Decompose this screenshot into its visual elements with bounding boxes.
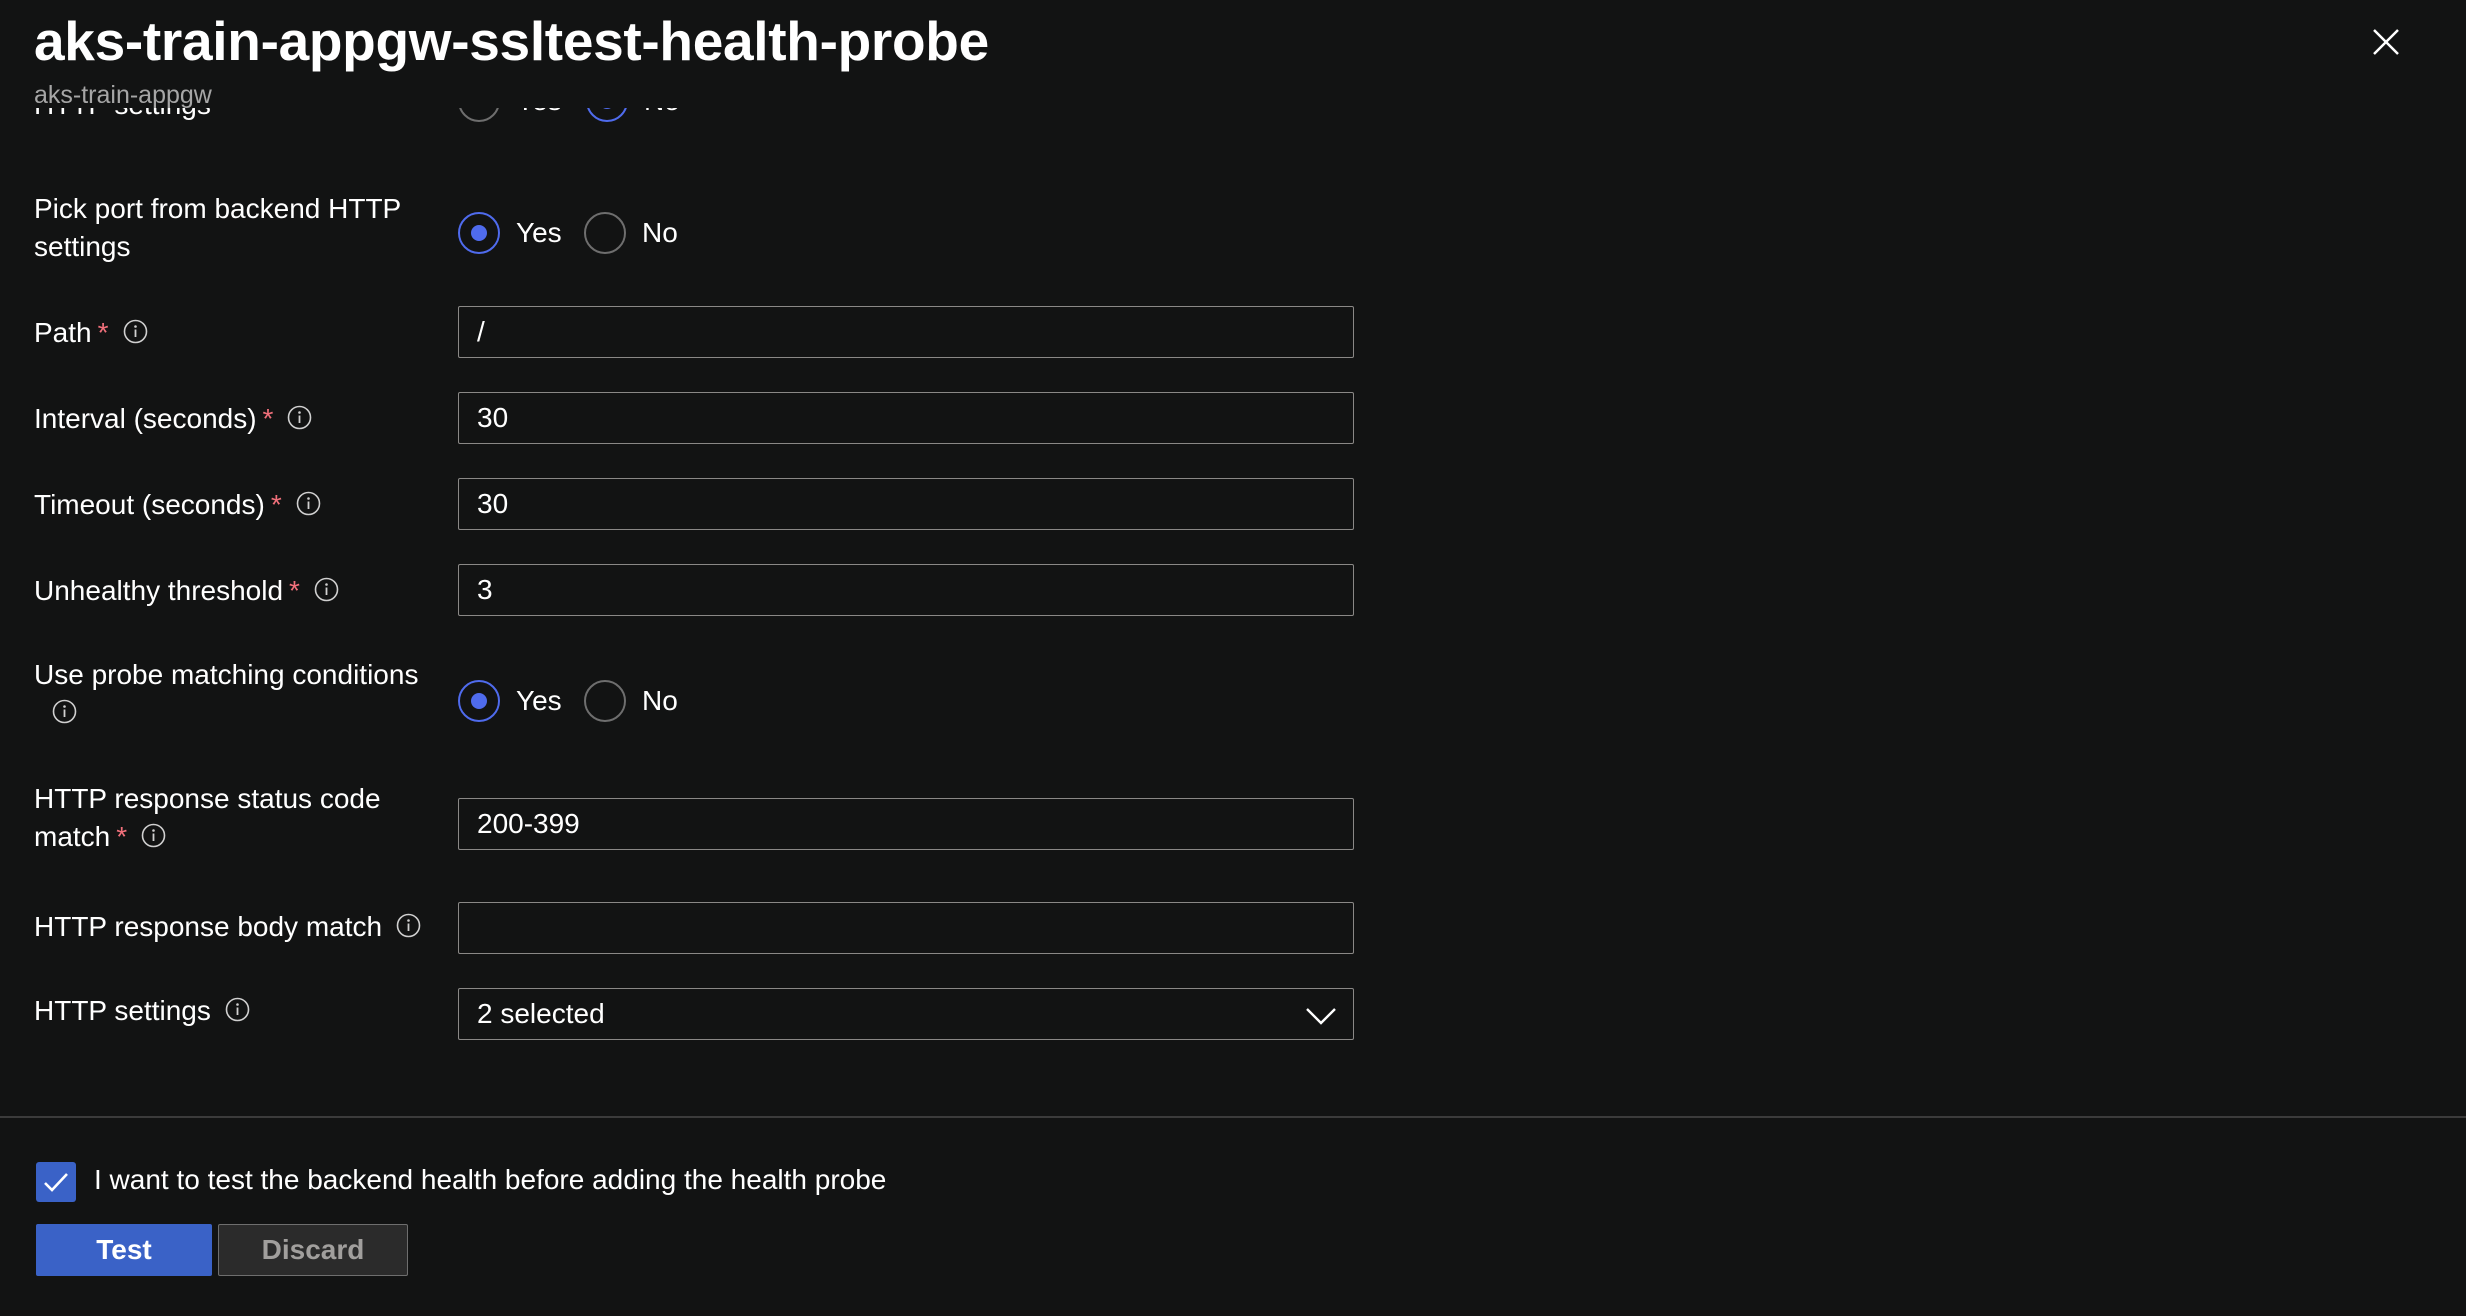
discard-button[interactable]: Discard: [218, 1224, 408, 1276]
page-title: aks-train-appgw-ssltest-health-probe: [34, 10, 989, 72]
unhealthy-threshold-label: Unhealthy threshold *: [34, 572, 339, 610]
body-match-input[interactable]: [458, 902, 1354, 954]
close-button[interactable]: [2366, 22, 2406, 62]
test-backend-checkbox-label[interactable]: I want to test the backend health before…: [94, 1161, 886, 1199]
path-input[interactable]: /: [458, 306, 1354, 358]
info-icon[interactable]: [225, 997, 250, 1022]
form-row-interval: Interval (seconds) * 30: [0, 392, 1400, 460]
info-icon[interactable]: [287, 405, 312, 430]
form-row-http-settings: HTTP settings 2 selected: [0, 988, 1400, 1052]
info-icon[interactable]: [314, 577, 339, 602]
pick-port-label: Pick port from backend HTTP settings: [34, 193, 402, 262]
info-icon[interactable]: [296, 491, 321, 516]
form-row-path: Path * /: [0, 306, 1400, 374]
footer-divider: [0, 1116, 2466, 1118]
interval-input[interactable]: 30: [458, 392, 1354, 444]
form-row-body-match: HTTP response body match: [0, 902, 1400, 968]
http-settings-dropdown[interactable]: 2 selected: [458, 988, 1354, 1040]
test-backend-checkbox[interactable]: [36, 1162, 76, 1202]
http-settings-label: HTTP settings: [34, 992, 250, 1030]
page-subtitle: aks-train-appgw: [34, 81, 212, 109]
body-match-label: HTTP response body match: [34, 908, 421, 946]
info-icon[interactable]: [141, 823, 166, 848]
form-row-timeout: Timeout (seconds) * 30: [0, 478, 1400, 546]
form-row-status-code-match: HTTP response status code match * 200-399: [0, 780, 1400, 860]
form-row-unhealthy-threshold: Unhealthy threshold * 3: [0, 564, 1400, 632]
timeout-label: Timeout (seconds) *: [34, 486, 321, 524]
checkmark-icon: [44, 1173, 68, 1192]
status-code-match-label: HTTP response status code match *: [34, 783, 381, 852]
interval-label: Interval (seconds) *: [34, 400, 312, 438]
info-icon[interactable]: [123, 319, 148, 344]
form-row-pick-port: Pick port from backend HTTP settings Yes…: [0, 190, 1400, 270]
health-probe-blade: aks-train-appgw-ssltest-health-probe aks…: [0, 0, 2466, 1316]
close-icon: [2373, 29, 2399, 55]
info-icon[interactable]: [52, 699, 77, 724]
timeout-input[interactable]: 30: [458, 478, 1354, 530]
info-icon[interactable]: [396, 913, 421, 938]
use-match-label: Use probe matching conditions: [34, 656, 418, 732]
form-row-use-match: Use probe matching conditions Yes No: [0, 656, 1400, 736]
chevron-down-icon: [1305, 1000, 1337, 1030]
unhealthy-threshold-input[interactable]: 3: [458, 564, 1354, 616]
status-code-match-input[interactable]: 200-399: [458, 798, 1354, 850]
test-button[interactable]: Test: [36, 1224, 212, 1276]
field-label: HTTP settings: [34, 108, 211, 124]
path-label: Path *: [34, 314, 148, 352]
form-row-http-settings-cutoff: HTTP settings Yes No: [0, 108, 1400, 146]
form-scroll-area[interactable]: HTTP settings Yes No Pick port from back…: [0, 108, 2466, 1116]
dropdown-value: 2 selected: [477, 998, 605, 1029]
